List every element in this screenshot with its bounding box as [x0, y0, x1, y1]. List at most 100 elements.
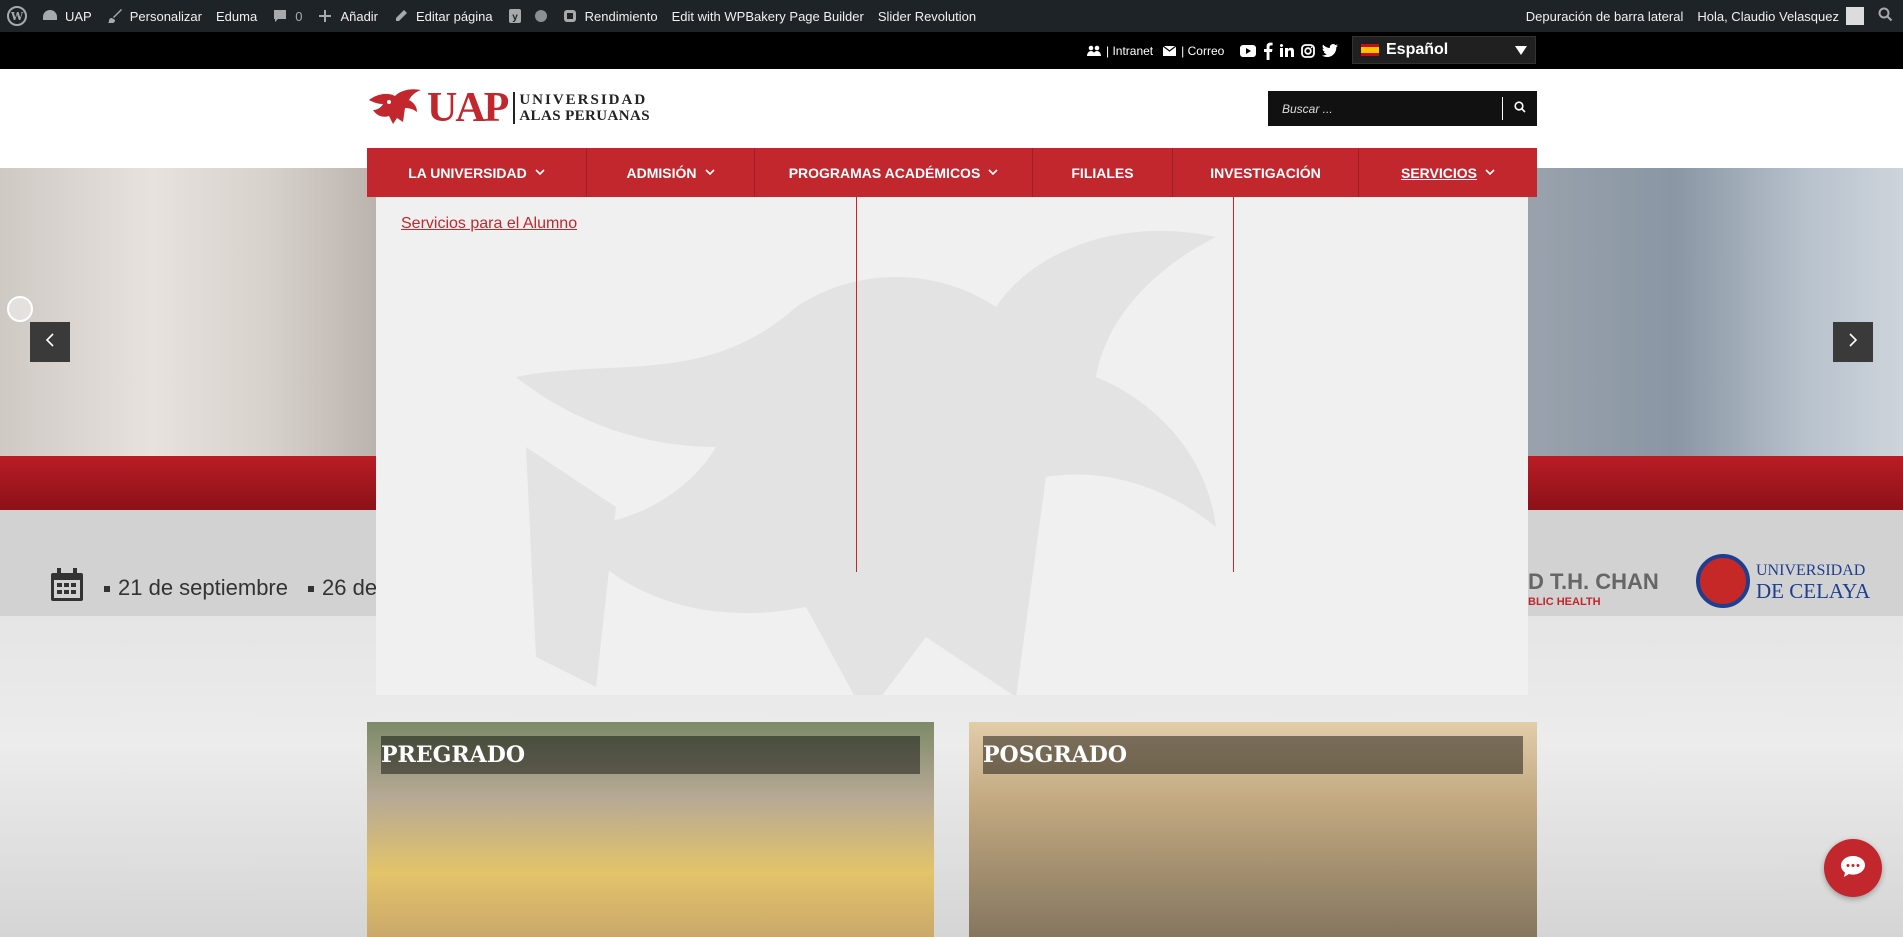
partner2-line-2: DE CELAYA [1756, 579, 1871, 603]
nav-label: FILIALES [1071, 164, 1134, 181]
wpbakery-label: Edit with WPBakery Page Builder [671, 8, 864, 24]
posgrado-title-text: POSGRADO [983, 742, 1127, 768]
partner1-subtitle: BLIC HEALTH [1528, 596, 1601, 608]
debug-sidebar-link[interactable]: Depuración de barra lateral [1519, 0, 1691, 32]
nav-label: PROGRAMAS ACADÉMICOS [788, 164, 981, 181]
partner1-name: D T.H. CHAN [1528, 569, 1659, 594]
slider-next-button[interactable] [1833, 322, 1873, 362]
calendar-icon [50, 568, 84, 608]
seo-status-dot-icon [534, 10, 547, 22]
performance-menu[interactable]: Rendimiento [554, 0, 665, 32]
posgrado-title: POSGRADO [983, 736, 1523, 774]
slide-date-2: 26 de [308, 575, 377, 601]
comments-count: 0 [295, 8, 303, 24]
search-input[interactable] [1268, 101, 1502, 116]
nav-admision[interactable]: ADMISIÓN [587, 148, 755, 197]
menu-column-divider [1233, 197, 1234, 572]
plus-icon [316, 7, 334, 25]
debug-sidebar-label: Depuración de barra lateral [1525, 8, 1684, 24]
search-icon [1878, 7, 1893, 25]
pregrado-title: PREGRADO [381, 736, 920, 774]
svg-text:y: y [512, 12, 518, 23]
customize-label: Personalizar [129, 8, 202, 24]
yoast-menu[interactable]: y [500, 0, 554, 32]
greeting-label: Hola, Claudio Velasquez [1697, 8, 1839, 24]
site-logo[interactable]: UAP UNIVERSIDAD ALAS PERUANAS [367, 86, 667, 131]
chat-bubble-icon [1840, 854, 1866, 883]
avatar [1846, 7, 1864, 25]
performance-label: Rendimiento [584, 8, 658, 24]
slider-revolution-label: Slider Revolution [877, 8, 977, 24]
chevron-right-icon [1848, 332, 1858, 352]
chevron-down-icon [988, 169, 998, 176]
slider-drag-handle[interactable] [7, 296, 33, 322]
customize-link[interactable]: Personalizar [99, 0, 209, 32]
users-icon [1087, 45, 1101, 57]
performance-icon [561, 7, 579, 25]
logo-line-1: UNIVERSIDAD [519, 92, 648, 108]
instagram-icon[interactable] [1301, 43, 1316, 58]
slider-revolution-link[interactable]: Slider Revolution [871, 0, 983, 32]
theme-link[interactable]: Eduma [209, 0, 264, 32]
twitter-icon[interactable] [1322, 44, 1339, 57]
slider-prev-button[interactable] [30, 322, 70, 362]
nav-investigacion[interactable]: INVESTIGACIÓN [1173, 148, 1359, 197]
add-new-label: Añadir [340, 8, 379, 24]
slide-dates: 21 de septiembre 26 de [50, 568, 377, 608]
facebook-icon[interactable] [1263, 42, 1273, 60]
linkedin-icon[interactable] [1280, 44, 1295, 57]
pencil-icon [392, 7, 410, 25]
spain-flag-icon [1361, 44, 1379, 56]
comments-link[interactable]: 0 [264, 0, 309, 32]
edit-page-link[interactable]: Editar página [385, 0, 500, 32]
harvard-partner-logo: D T.H. CHAN BLIC HEALTH [1528, 569, 1659, 612]
top-bar: | Intranet | Correo Español [0, 32, 1903, 69]
menu-column-divider [856, 197, 857, 572]
language-selector[interactable]: Español [1352, 36, 1536, 64]
dashboard-icon [41, 7, 59, 25]
nav-servicios[interactable]: SERVICIOS [1359, 148, 1537, 197]
chevron-left-icon [45, 332, 55, 352]
main-navigation: LA UNIVERSIDAD ADMISIÓN PROGRAMAS ACADÉM… [367, 148, 1537, 197]
wordpress-logo-icon[interactable]: W [0, 0, 34, 32]
correo-link[interactable]: | Correo [1163, 44, 1224, 58]
logo-line-2: ALAS PERUANAS [519, 108, 650, 124]
nav-label: ADMISIÓN [626, 164, 697, 181]
caret-down-icon [1515, 46, 1527, 55]
nav-la-universidad[interactable]: LA UNIVERSIDAD [367, 148, 587, 197]
comment-bubble-icon [271, 7, 289, 25]
site-name-menu[interactable]: UAP [34, 0, 99, 32]
eagle-watermark-icon [516, 230, 1216, 695]
nav-label: LA UNIVERSIDAD [408, 164, 527, 181]
search-button[interactable] [1502, 97, 1536, 120]
add-new-menu[interactable]: Añadir [309, 0, 385, 32]
chat-launcher-button[interactable] [1824, 839, 1882, 897]
servicios-alumno-link[interactable]: Servicios para el Alumno [401, 215, 577, 233]
intranet-link[interactable]: | Intranet [1087, 44, 1153, 58]
nav-programas-academicos[interactable]: PROGRAMAS ACADÉMICOS [755, 148, 1033, 197]
brush-icon [106, 7, 124, 25]
pregrado-title-text: PREGRADO [381, 742, 525, 768]
site-name-label: UAP [65, 8, 92, 24]
search-icon [1513, 100, 1526, 118]
slide-date-1: 21 de septiembre [104, 575, 288, 601]
celaya-partner-logo: UNIVERSIDAD DE CELAYA [1696, 554, 1870, 608]
chevron-down-icon [1485, 169, 1495, 176]
chevron-down-icon [535, 169, 545, 176]
admin-search-button[interactable] [1871, 0, 1903, 32]
servicios-mega-menu: Servicios para el Alumno [376, 197, 1528, 695]
celaya-seal-icon [1696, 554, 1750, 608]
language-label: Español [1386, 41, 1449, 58]
wp-admin-bar: W UAP Personalizar Eduma 0 Añadir Editar… [0, 0, 1903, 32]
youtube-icon[interactable] [1240, 44, 1257, 57]
account-menu[interactable]: Hola, Claudio Velasquez [1690, 0, 1871, 32]
nav-filiales[interactable]: FILIALES [1033, 148, 1173, 197]
yoast-icon: y [507, 7, 525, 25]
posgrado-card[interactable]: POSGRADO [969, 722, 1537, 937]
eagle-logo-icon [367, 86, 423, 131]
pregrado-card[interactable]: PREGRADO [367, 722, 934, 937]
wpbakery-link[interactable]: Edit with WPBakery Page Builder [665, 0, 871, 32]
svg-text:W: W [10, 10, 24, 23]
logo-wordmark: UNIVERSIDAD ALAS PERUANAS [513, 92, 650, 124]
correo-label: | Correo [1181, 43, 1225, 58]
